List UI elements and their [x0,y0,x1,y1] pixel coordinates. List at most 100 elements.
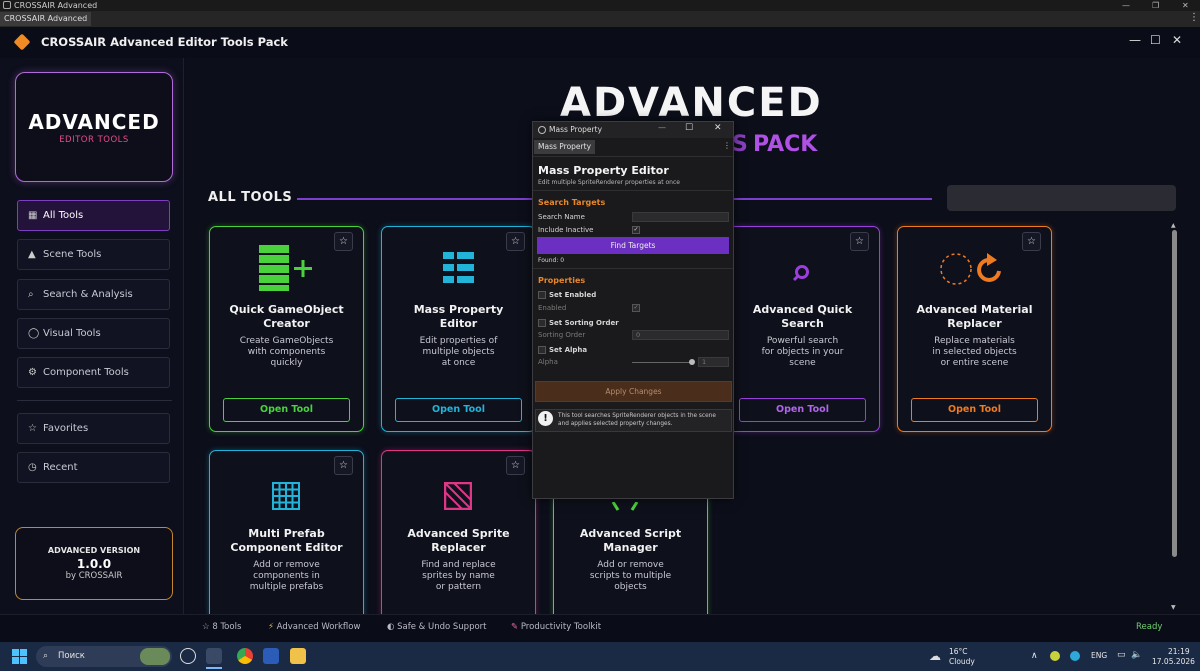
star-icon: ☆ [202,622,210,632]
more-icon[interactable]: ⋮ [723,141,731,150]
alpha-input[interactable]: 1 [698,357,729,367]
card-desc: at once [441,358,476,368]
search-icon: ⌕ [28,289,34,300]
set-sorting-order-label: Set Sorting Order [549,319,619,327]
favorite-star-icon[interactable]: ☆ [506,456,525,475]
mass-property-titlebar[interactable]: Mass Property [533,122,733,138]
network-icon[interactable]: ▭ [1117,650,1126,660]
card-desc: or entire scene [940,358,1009,368]
section-title: ALL TOOLS [208,190,293,205]
sidebar-item-scene-tools[interactable]: ▲ Scene Tools [17,239,170,270]
grid-icon: ▦ [28,210,38,221]
set-enabled-checkbox[interactable] [538,291,546,299]
card-title-line2: Search [781,317,824,330]
close-icon[interactable]: ✕ [1172,33,1182,47]
divider [533,268,733,269]
gear-icon [538,126,546,134]
status-productivity: ✎ Productivity Toolkit [511,622,601,632]
search-name-label: Search Name [538,213,585,221]
os-minimize-icon[interactable]: — [1122,0,1130,11]
card-desc: Replace materials [934,336,1015,346]
card-title-line2: Editor [439,317,478,330]
favorite-star-icon[interactable]: ☆ [850,232,869,251]
folder-icon[interactable] [290,648,306,664]
chrome-icon[interactable] [237,648,253,664]
tray-app-icon[interactable] [1070,651,1080,661]
version-author: by CROSSAIR [65,571,123,581]
pencil-icon: ✎ [511,622,519,632]
card-title-line2: Component Editor [230,541,343,554]
sidebar-item-all-tools[interactable]: ▦ All Tools [17,200,170,231]
lightning-icon: ⚡ [268,622,274,632]
favorite-star-icon[interactable]: ☆ [334,456,353,475]
list-grid-icon [443,252,474,284]
found-count: Found: 0 [538,257,565,264]
close-icon[interactable]: ✕ [714,123,722,133]
include-inactive-label: Include Inactive [538,226,594,234]
tab-more-icon[interactable]: ⋮ [1189,12,1199,23]
maximize-icon[interactable]: ☐ [685,123,693,133]
sorting-order-input[interactable]: 0 [632,330,729,340]
tray-expand-icon[interactable]: ∧ [1031,651,1038,661]
tab-mass-property[interactable]: Mass Property [534,140,596,154]
sidebar-item-search-analysis[interactable]: ⌕ Search & Analysis [17,279,170,310]
tab-crossair[interactable]: CROSSAIR Advanced [0,12,92,26]
divider [533,156,733,157]
card-title: Advanced Sprite [407,527,510,540]
open-tool-button[interactable]: Open Tool [739,398,866,422]
hero-partial-text: S [732,132,748,157]
scroll-up-icon[interactable]: ▲ [1171,222,1176,229]
status-label: Productivity Toolkit [520,622,602,632]
card-desc: in selected objects [932,347,1017,357]
os-window-title: CROSSAIR Advanced [14,1,98,10]
minimize-icon[interactable]: — [658,123,666,132]
os-titlebar: CROSSAIR Advanced — ❐ ✕ [0,0,1200,11]
search-name-input[interactable] [632,212,729,222]
sidebar-item-label: All Tools [43,210,84,221]
os-restore-icon[interactable]: ❐ [1152,0,1159,11]
sidebar-item-favorites[interactable]: ☆ Favorites [17,413,170,444]
set-sorting-order-checkbox[interactable] [538,319,546,327]
apply-changes-button[interactable]: Apply Changes [535,381,732,402]
open-tool-button[interactable]: Open Tool [911,398,1038,422]
include-inactive-checkbox[interactable]: ✓ [632,226,640,234]
open-tool-button[interactable]: Open Tool [223,398,350,422]
language-indicator[interactable]: ENG [1091,651,1107,660]
tray-app-icon[interactable] [1050,651,1060,661]
os-close-icon[interactable]: ✕ [1182,0,1189,11]
open-tool-button[interactable]: Open Tool [395,398,522,422]
scrollbar[interactable] [1172,230,1177,557]
logo-title: ADVANCED [28,110,160,134]
status-undo: ◐ Safe & Undo Support [387,622,487,632]
hero-title: ADVANCED [560,80,823,126]
magnifier-icon [792,264,811,283]
favorite-star-icon[interactable]: ☆ [334,232,353,251]
find-targets-button[interactable]: Find Targets [537,237,729,254]
enabled-checkbox[interactable]: ✓ [632,304,640,312]
enabled-label: Enabled [538,304,567,312]
volume-icon[interactable]: 🔈 [1131,650,1142,660]
word-icon[interactable] [263,648,279,664]
sidebar-item-component-tools[interactable]: ⚙ Component Tools [17,357,170,388]
set-alpha-checkbox[interactable] [538,346,546,354]
sorting-order-label: Sorting Order [538,331,586,339]
alpha-slider-handle[interactable] [689,359,695,365]
sidebar-item-label: Recent [43,462,78,473]
maximize-icon[interactable]: ☐ [1150,33,1161,47]
search-icon: ⌕ [43,651,49,661]
windows-start-icon[interactable] [12,649,27,664]
mass-property-heading: Mass Property Editor [538,164,669,177]
favorite-star-icon[interactable]: ☆ [506,232,525,251]
scroll-down-icon[interactable]: ▼ [1171,604,1176,611]
card-desc: for objects in your [761,347,844,357]
favorite-star-icon[interactable]: ☆ [1022,232,1041,251]
sidebar-item-visual-tools[interactable]: ◯ Visual Tools [17,318,170,349]
card-title-line2: Replacer [431,541,486,554]
search-input[interactable] [947,185,1176,211]
unity-editor-icon[interactable] [206,648,222,664]
alpha-slider-track[interactable] [632,362,692,363]
card-title: Mass Property [413,303,504,316]
minimize-icon[interactable]: — [1129,33,1141,47]
unity-hub-icon[interactable] [180,648,196,664]
sidebar-item-recent[interactable]: ◷ Recent [17,452,170,483]
